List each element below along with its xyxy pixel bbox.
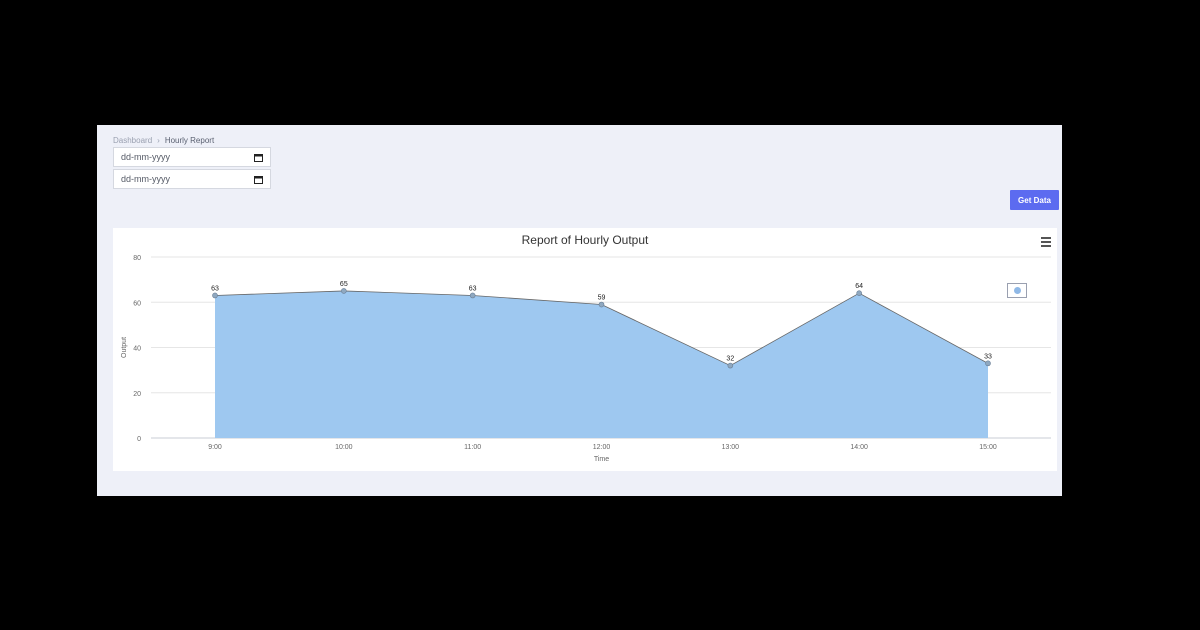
data-point — [598, 301, 605, 308]
calendar-icon[interactable] — [254, 153, 263, 162]
x-tick-label: 12:00 — [593, 444, 611, 451]
get-data-button[interactable]: Get Data — [1010, 190, 1059, 210]
data-label: 65 — [340, 281, 348, 288]
data-label: 33 — [984, 353, 992, 360]
end-date-input[interactable]: dd-mm-yyyy — [113, 169, 271, 189]
breadcrumb: Dashboard › Hourly Report — [113, 136, 214, 145]
y-tick-label: 20 — [133, 391, 141, 398]
data-point — [212, 292, 218, 299]
x-tick-label: 11:00 — [464, 444, 481, 451]
data-label: 59 — [598, 295, 606, 302]
data-point — [727, 362, 734, 369]
data-label: 63 — [211, 285, 219, 292]
area-fill — [215, 290, 988, 438]
data-point — [856, 290, 862, 296]
start-date-placeholder: dd-mm-yyyy — [121, 152, 170, 162]
data-label: 63 — [469, 285, 477, 292]
app-window: Dashboard › Hourly Report dd-mm-yyyy dd-… — [97, 125, 1062, 496]
y-axis-title: Output — [121, 337, 128, 358]
x-tick-label: 13:00 — [722, 444, 740, 451]
area-chart: 0 20 40 60 80 63 9:00 65 10:00 63 11:00 59 12:00 32 13… — [121, 255, 1051, 463]
breadcrumb-current: Hourly Report — [164, 136, 215, 145]
y-tick-label: 60 — [133, 300, 141, 307]
y-tick-label: 80 — [133, 255, 141, 262]
chart-card: Report of Hourly Output 0 20 40 60 80 63 9:00 6… — [113, 228, 1057, 471]
data-point — [985, 360, 991, 367]
start-date-input[interactable]: dd-mm-yyyy — [113, 147, 271, 167]
x-tick-label: 15:00 — [979, 444, 997, 451]
end-date-placeholder: dd-mm-yyyy — [121, 174, 170, 184]
x-axis-title: Time — [594, 456, 609, 463]
data-label: 64 — [855, 283, 863, 290]
x-tick-label: 9:00 — [208, 444, 222, 451]
x-tick-label: 10:00 — [335, 444, 353, 451]
x-tick-label: 14:00 — [850, 444, 868, 451]
breadcrumb-dashboard[interactable]: Dashboard — [113, 136, 152, 145]
breadcrumb-separator: › — [157, 136, 160, 145]
calendar-icon[interactable] — [254, 175, 263, 184]
y-tick-label: 0 — [137, 436, 141, 443]
data-label: 32 — [726, 356, 734, 363]
data-point — [469, 292, 476, 299]
data-point — [341, 288, 347, 294]
y-tick-label: 40 — [133, 346, 141, 353]
